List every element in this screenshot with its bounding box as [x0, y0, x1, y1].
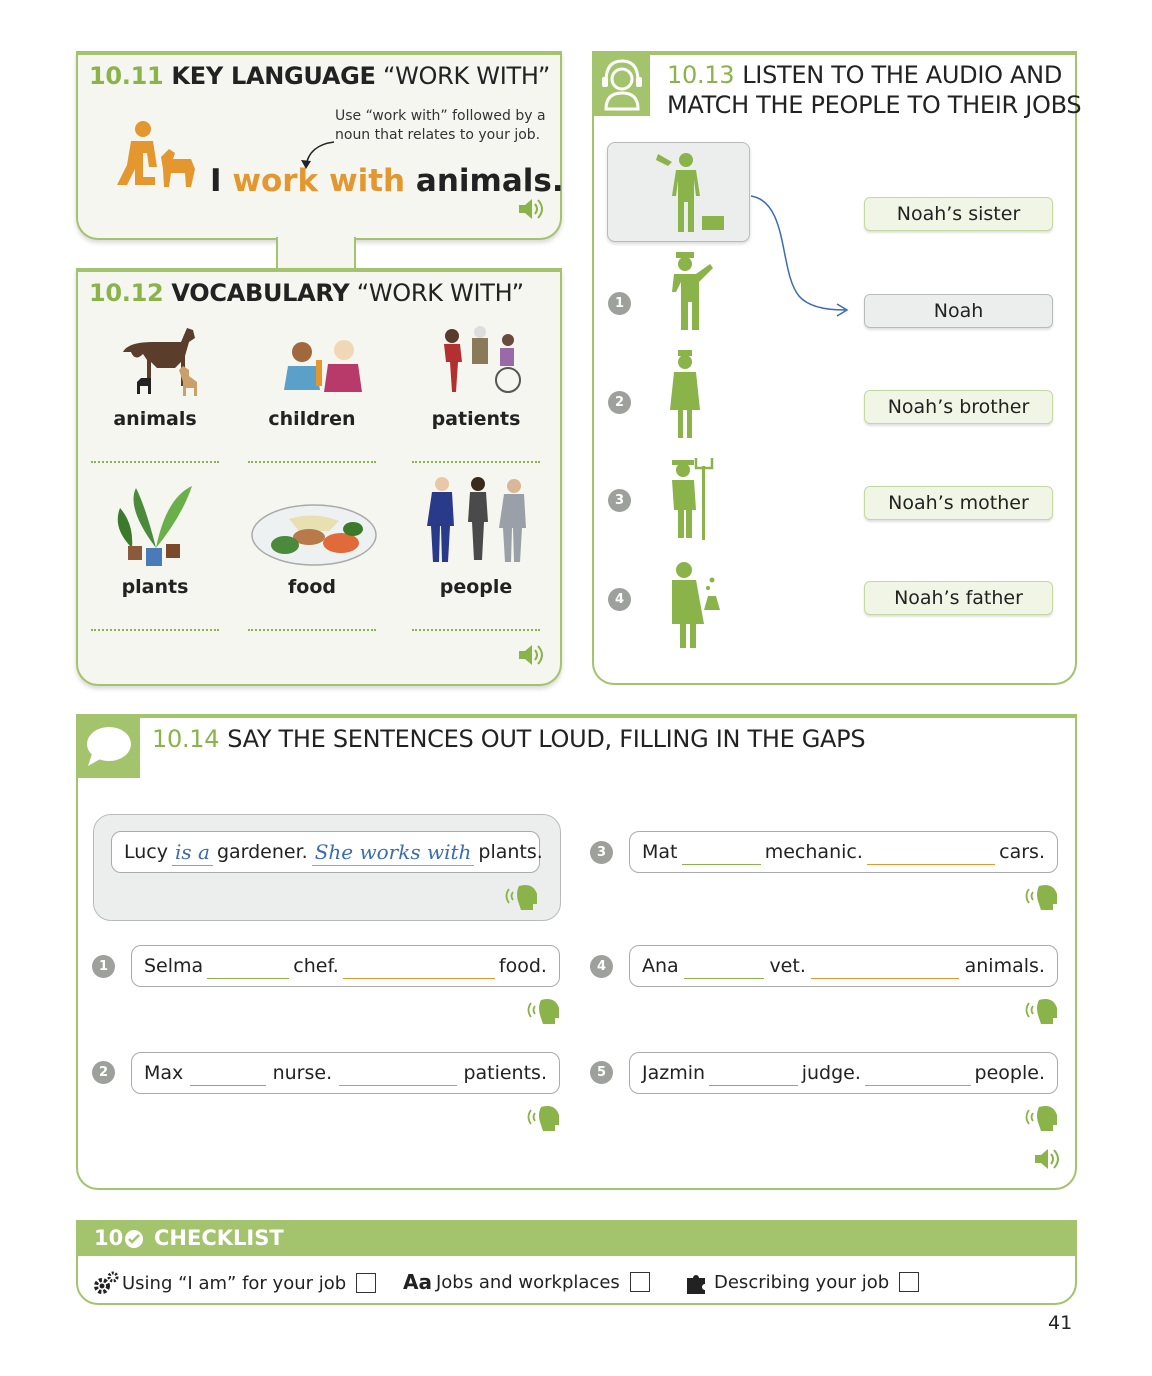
key-language-title: 10.11 KEY LANGUAGE “WORK WITH”: [89, 62, 550, 90]
speaker-icon[interactable]: [517, 643, 545, 667]
painter-icon: [672, 252, 713, 330]
checklist-item-2: Aa Jobs and workplaces: [403, 1270, 650, 1294]
patients-icon: [444, 326, 521, 393]
vocab-label-patients: patients: [431, 408, 521, 430]
number-badge: 2: [92, 1061, 115, 1084]
headphones-icon: [594, 53, 650, 116]
number-badge: 3: [590, 841, 613, 864]
checklist-checkbox[interactable]: [629, 1272, 650, 1292]
sentence-1: Selma chef. food.: [131, 945, 560, 987]
gap-input[interactable]: [864, 1060, 971, 1086]
gap-input[interactable]: [207, 953, 290, 979]
vocab-label-animals: animals: [113, 408, 197, 430]
listen-title: 10.13 LISTEN TO THE AUDIO AND MATCH THE P…: [667, 61, 1082, 119]
checklist-item-1: Using “I am” for your job: [92, 1270, 377, 1296]
animals-icon: [123, 328, 197, 396]
speaker-icon[interactable]: [517, 197, 545, 221]
nurse-icon: [670, 350, 700, 438]
match-arrow: [750, 195, 849, 317]
plants-icon: [117, 486, 192, 566]
number-badge: 4: [608, 588, 631, 611]
checklist-checkbox[interactable]: [899, 1272, 920, 1292]
gap-input[interactable]: [811, 953, 960, 979]
number-badge: 1: [608, 292, 631, 315]
number-badge: 5: [590, 1061, 613, 1084]
checklist-header: 10 CHECKLIST: [78, 1222, 1075, 1256]
answer-line[interactable]: [248, 629, 376, 631]
vocab-label-food: food: [288, 576, 336, 598]
gap-input[interactable]: [342, 953, 495, 979]
answer-noahs-father[interactable]: Noah’s father: [864, 581, 1053, 615]
gap-input[interactable]: [189, 1060, 266, 1086]
answer-noah[interactable]: Noah: [864, 294, 1053, 328]
speaking-head-icon[interactable]: [505, 882, 541, 910]
answer-line[interactable]: [248, 461, 376, 463]
food-icon: [251, 504, 377, 566]
example-sentence: Lucy is a gardener. She works with plant…: [111, 831, 543, 873]
sentence-5: Jazmin judge. people.: [629, 1052, 1058, 1094]
sentence-2: Max nurse. patients.: [131, 1052, 560, 1094]
people-icon: [427, 477, 526, 562]
speech-bubble-icon: [78, 716, 140, 778]
gears-icon: [94, 1271, 119, 1294]
speaking-head-icon[interactable]: [527, 996, 563, 1024]
answer-line[interactable]: [412, 461, 540, 463]
number-badge: 4: [590, 955, 613, 978]
speaking-head-icon[interactable]: [1025, 1103, 1061, 1131]
sentence-3: Mat mechanic. cars.: [629, 831, 1058, 873]
worker-with-dog-icon: [117, 121, 195, 187]
speaking-head-icon[interactable]: [1025, 996, 1061, 1024]
checklist-item-3: Describing your job: [685, 1270, 920, 1294]
gap-input[interactable]: [681, 839, 761, 865]
vocab-label-plants: plants: [121, 576, 189, 598]
number-badge: 3: [608, 489, 631, 512]
answer-noahs-sister[interactable]: Noah’s sister: [864, 197, 1053, 231]
number-badge: 1: [92, 955, 115, 978]
vocabulary-title: 10.12 VOCABULARY “WORK WITH”: [89, 279, 524, 307]
gap-input[interactable]: [866, 839, 996, 865]
speaking-head-icon[interactable]: [527, 1103, 563, 1131]
answer-line[interactable]: [91, 461, 219, 463]
farmer-icon: [672, 458, 714, 540]
answer-noahs-brother[interactable]: Noah’s brother: [864, 390, 1053, 424]
key-language-note: Use “work with” followed by a noun that …: [335, 108, 546, 143]
speaking-head-icon[interactable]: [1025, 882, 1061, 910]
answer-noahs-mother[interactable]: Noah’s mother: [864, 486, 1053, 520]
aa-icon: Aa: [403, 1270, 432, 1294]
answer-line[interactable]: [91, 629, 219, 631]
answer-line[interactable]: [412, 629, 540, 631]
vocab-label-children: children: [268, 408, 356, 430]
gap-input[interactable]: [338, 1060, 457, 1086]
scientist-icon: [672, 562, 720, 648]
puzzle-icon: [687, 1275, 705, 1294]
page-number: 41: [1048, 1312, 1073, 1334]
vocab-label-people: people: [439, 576, 513, 598]
check-circle-icon: [125, 1230, 143, 1248]
speaker-icon[interactable]: [1033, 1147, 1061, 1171]
key-sentence: I work with animals.: [210, 163, 564, 199]
sentence-4: Ana vet. animals.: [629, 945, 1058, 987]
panel-connector: [276, 237, 356, 271]
children-icon: [284, 340, 362, 392]
speaking-title: 10.14 SAY THE SENTENCES OUT LOUD, FILLING…: [152, 725, 866, 753]
mechanic-icon: [656, 153, 724, 232]
checklist-checkbox[interactable]: [356, 1273, 377, 1293]
gap-input[interactable]: [709, 1060, 798, 1086]
gap-input[interactable]: [684, 953, 765, 979]
number-badge: 2: [608, 391, 631, 414]
